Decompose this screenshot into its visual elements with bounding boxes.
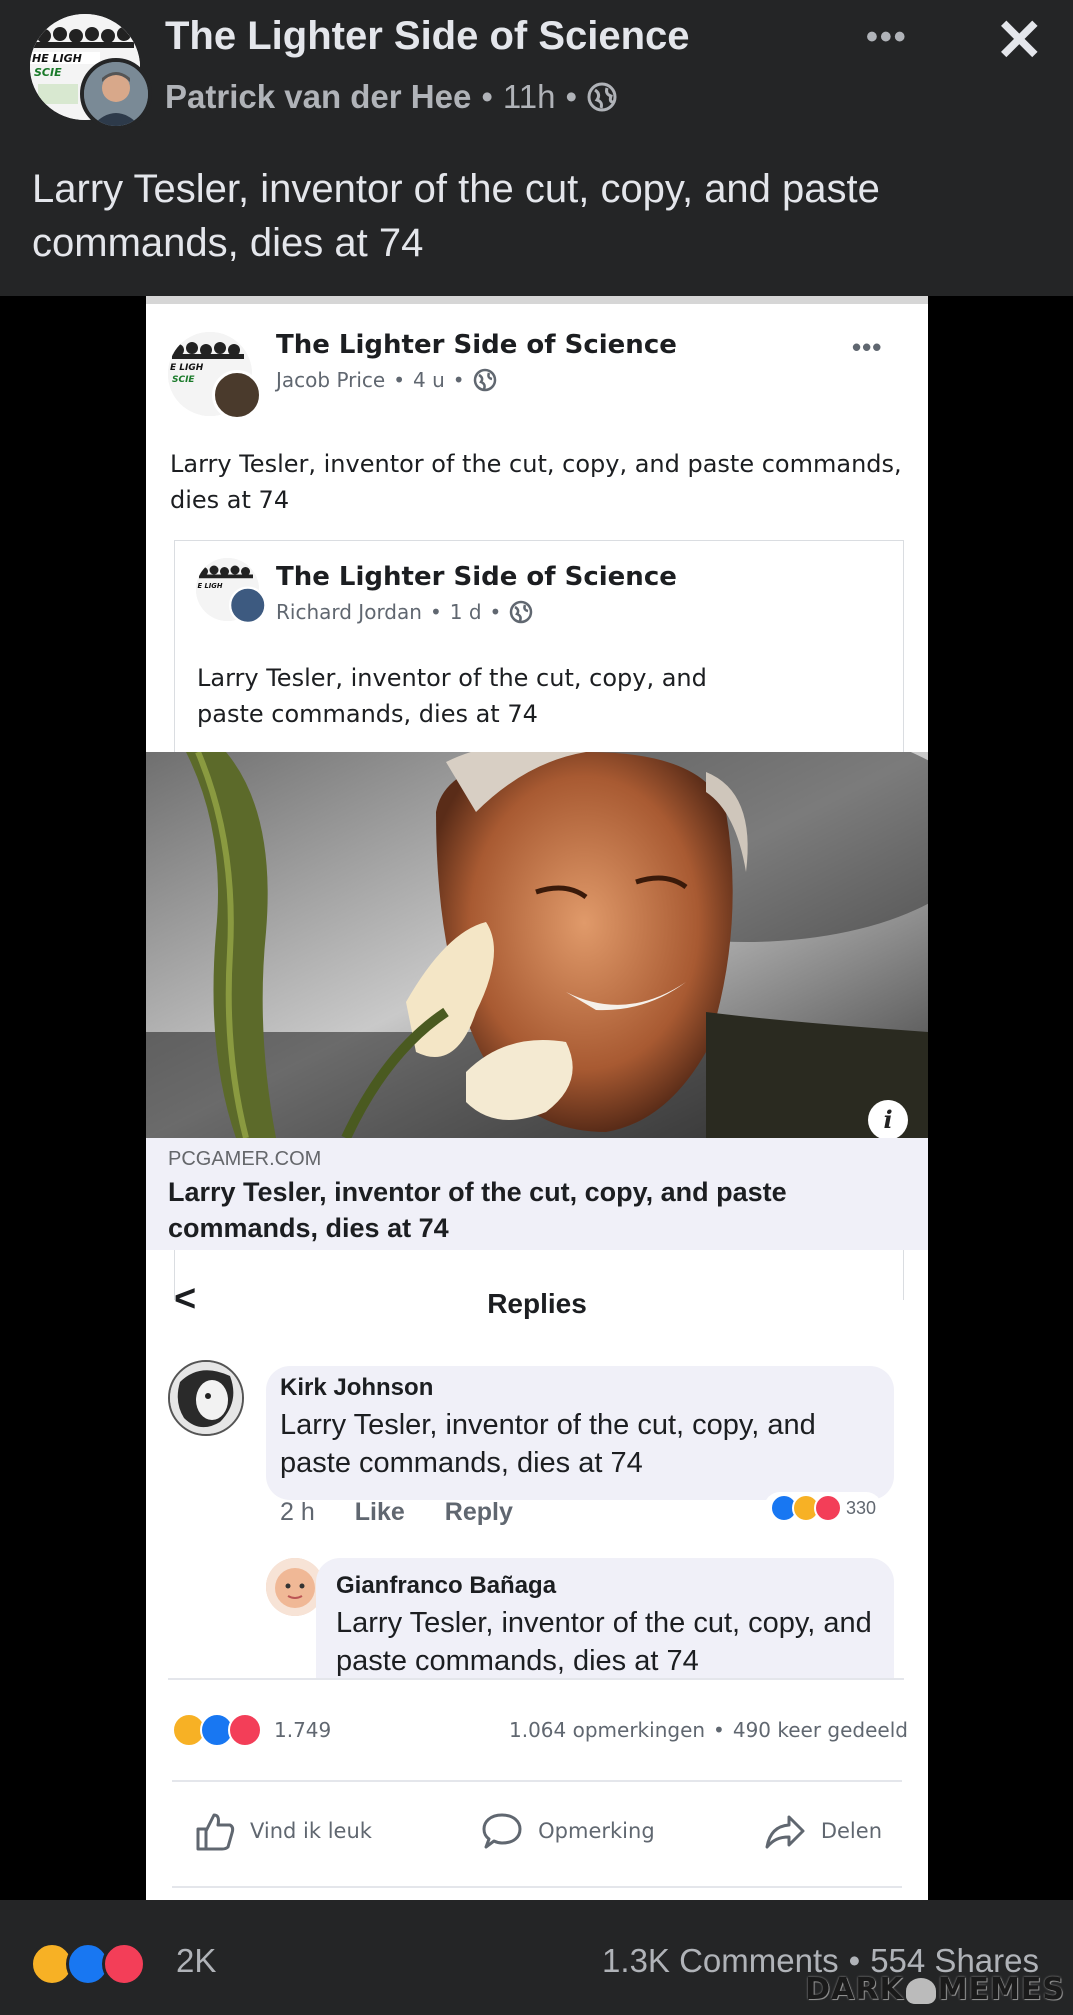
comment-reactions[interactable]: 330: [764, 1492, 883, 1524]
page-logo-text: HE LIGH: [32, 52, 82, 65]
svg-text:E LIGH: E LIGH: [198, 582, 223, 590]
reaction-count[interactable]: 1.749: [274, 1718, 331, 1742]
shared-post-time[interactable]: 1 d: [450, 600, 482, 624]
svg-text:E LIGH: E LIGH: [170, 363, 204, 373]
shared-page-avatar[interactable]: E LIGH: [196, 558, 271, 633]
commenter-avatar[interactable]: [168, 1360, 244, 1436]
link-title[interactable]: Larry Tesler, inventor of the cut, copy,…: [168, 1174, 908, 1246]
love-reaction-icon: [102, 1942, 146, 1986]
inner-post-text: Larry Tesler, inventor of the cut, copy,…: [170, 450, 902, 514]
comment-reply-button[interactable]: Reply: [445, 1498, 513, 1527]
inner-author-avatar[interactable]: [212, 370, 262, 420]
author-name[interactable]: Patrick van der Hee: [165, 78, 471, 116]
shared-post-text: Larry Tesler, inventor of the cut, copy,…: [197, 664, 707, 728]
outer-reaction-icons[interactable]: [30, 1942, 146, 1986]
comment-time[interactable]: 2 h: [280, 1498, 315, 1527]
outer-reaction-count[interactable]: 2K: [176, 1942, 216, 1980]
divider: [172, 1886, 902, 1888]
reaction-stats: 1.749 1.064 opmerkingen • 490 keer gedee…: [172, 1710, 908, 1750]
more-options-icon[interactable]: •••: [866, 18, 908, 57]
comment-button[interactable]: Opmerking: [460, 1809, 675, 1853]
watermark: DARK MEMES: [805, 1972, 1065, 2007]
author-avatar[interactable]: [80, 58, 152, 130]
comment-count[interactable]: 1.064 opmerkingen: [509, 1718, 705, 1742]
commenter-name[interactable]: Kirk Johnson: [280, 1374, 433, 1402]
comment-reaction-count: 330: [846, 1497, 877, 1518]
reaction-icons[interactable]: [172, 1713, 262, 1747]
shared-author-name[interactable]: Richard Jordan: [276, 600, 422, 624]
share-label: Delen: [820, 1819, 882, 1843]
comment-text: Larry Tesler, inventor of the cut, copy,…: [280, 1409, 816, 1479]
close-icon[interactable]: ✕: [995, 6, 1044, 74]
watermark-left: DARK: [805, 1972, 904, 2007]
page-name[interactable]: The Lighter Side of Science: [165, 14, 690, 59]
article-photo[interactable]: [146, 752, 928, 1138]
replies-title: Replies: [487, 1288, 587, 1319]
globe-icon: [473, 368, 496, 392]
meta-separator: •: [429, 600, 442, 624]
globe-icon: [510, 600, 533, 624]
comment-icon: [482, 1813, 522, 1849]
shared-author-avatar[interactable]: [229, 586, 267, 624]
inner-more-options-icon[interactable]: •••: [852, 332, 882, 363]
globe-icon: [587, 82, 617, 112]
divider: [172, 1780, 902, 1782]
like-button[interactable]: Vind ik leuk: [172, 1809, 392, 1853]
comment-like-button[interactable]: Like: [355, 1498, 405, 1527]
screenshot-top-edge: [146, 296, 928, 304]
svg-text:SCIE: SCIE: [34, 66, 62, 79]
inner-author-name[interactable]: Jacob Price: [276, 368, 385, 392]
post-text: Larry Tesler, inventor of the cut, copy,…: [32, 167, 880, 265]
shared-screenshot: E LIGH SCIE The Lighter Side of Science …: [146, 296, 928, 1900]
reply-text: Larry Tesler, inventor of the cut, copy,…: [336, 1607, 872, 1677]
love-reaction-icon: [814, 1494, 842, 1522]
like-label: Vind ik leuk: [250, 1819, 372, 1843]
reply-author-name[interactable]: Gianfranco Bañaga: [336, 1572, 556, 1600]
meta-separator: •: [489, 600, 502, 624]
inner-page-name[interactable]: The Lighter Side of Science: [276, 330, 677, 360]
watermark-right: MEMES: [937, 1972, 1065, 2007]
page-avatar[interactable]: HE LIGH SCIE: [30, 14, 152, 130]
shared-page-name[interactable]: The Lighter Side of Science: [276, 562, 677, 592]
link-domain: PCGAMER.COM: [168, 1148, 322, 1170]
info-icon[interactable]: i: [868, 1100, 908, 1140]
meta-separator: •: [393, 368, 406, 392]
shared-post-meta: Richard Jordan • 1 d •: [276, 600, 533, 624]
post-time[interactable]: 11h: [503, 78, 556, 116]
inner-post-meta: Jacob Price • 4 u •: [276, 368, 497, 392]
meta-separator: •: [452, 368, 465, 392]
post-actions: Vind ik leuk Opmerking Delen: [172, 1796, 902, 1866]
comment-actions: 2 h Like Reply: [280, 1498, 513, 1527]
inner-page-avatar[interactable]: E LIGH SCIE: [168, 332, 268, 432]
meta-separator: •: [565, 78, 578, 115]
meta-separator: •: [481, 78, 493, 115]
love-reaction-icon: [228, 1713, 262, 1747]
share-arrow-icon: [765, 1815, 805, 1849]
share-count[interactable]: 490 keer gedeeld: [733, 1718, 908, 1742]
post-meta: Patrick van der Hee • 11h •: [165, 78, 617, 116]
inner-post-time[interactable]: 4 u: [413, 368, 445, 392]
stats-separator: •: [713, 1718, 725, 1742]
engagement-counts: 1.064 opmerkingen • 490 keer gedeeld: [509, 1718, 908, 1742]
share-button[interactable]: Delen: [743, 1809, 902, 1853]
svg-text:SCIE: SCIE: [172, 375, 195, 385]
outer-comment-count[interactable]: 1.3K Comments: [602, 1942, 839, 1980]
comment-label: Opmerking: [538, 1819, 655, 1843]
thumbs-up-icon: [196, 1813, 235, 1851]
skull-icon: [905, 1977, 936, 2004]
